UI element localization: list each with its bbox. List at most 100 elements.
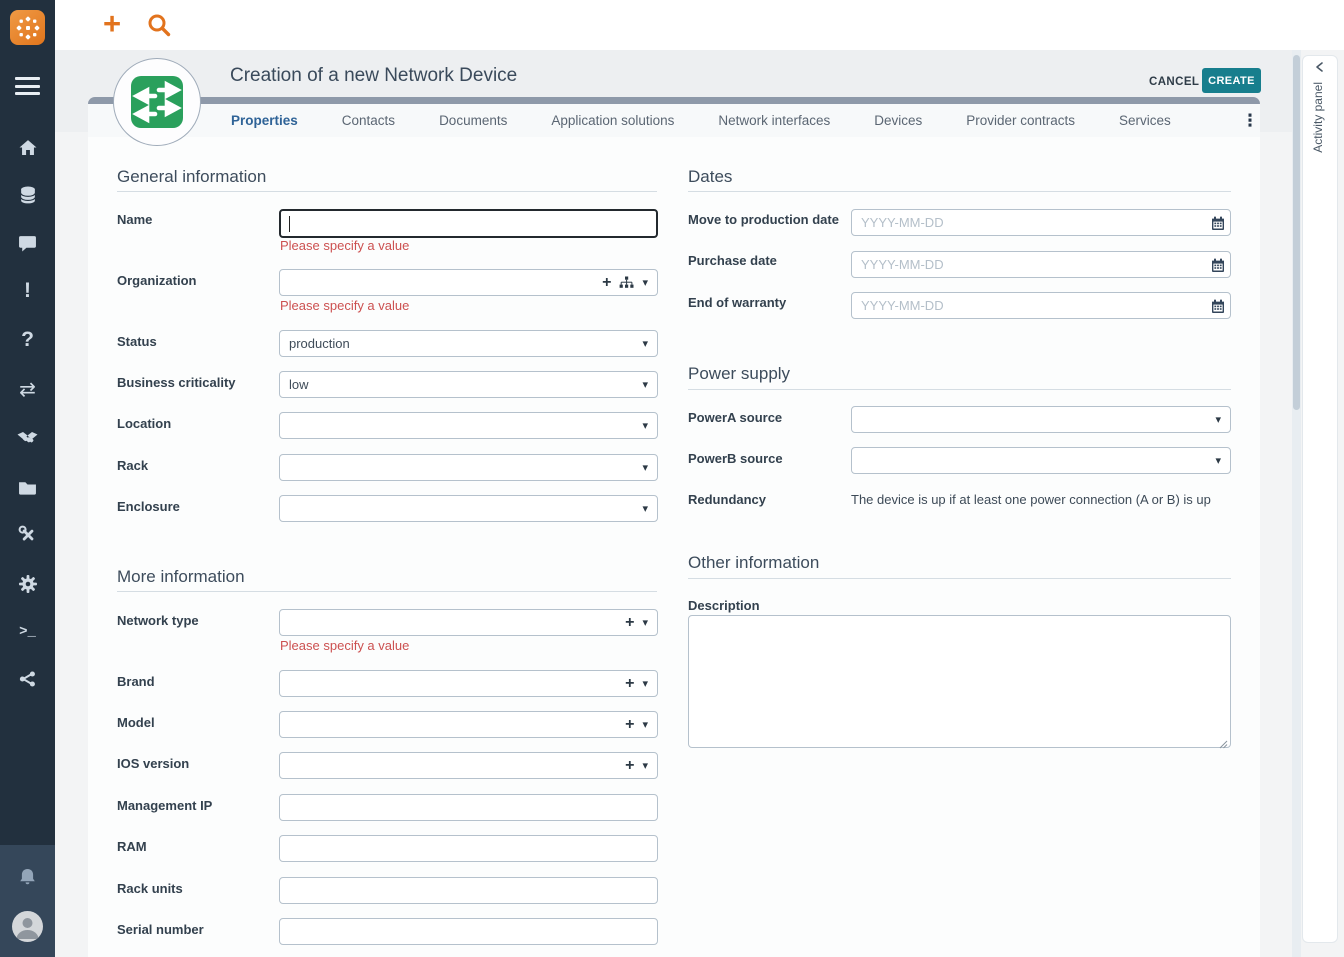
- transfer-glyph: ⇄: [19, 377, 36, 402]
- gear-icon[interactable]: [0, 568, 55, 600]
- sidebar: ! ? ⇄: [0, 0, 55, 957]
- ios-version-label: IOS version: [117, 756, 189, 771]
- ios-version-select[interactable]: + ▾: [279, 752, 658, 779]
- management-ip-label: Management IP: [117, 798, 212, 813]
- redundancy-label: Redundancy: [688, 492, 766, 507]
- power-b-select[interactable]: ▾: [851, 447, 1231, 474]
- status-select[interactable]: production ▾: [279, 330, 658, 357]
- purchase-date-input[interactable]: [851, 251, 1231, 278]
- activity-panel-collapsed[interactable]: Activity panel: [1302, 55, 1338, 943]
- rack-units-input[interactable]: [279, 877, 658, 904]
- activity-panel-label: Activity panel: [1311, 82, 1325, 153]
- serial-number-label: Serial number: [117, 922, 204, 937]
- home-icon[interactable]: [0, 131, 55, 163]
- handshake-icon[interactable]: [0, 422, 55, 454]
- tabs-overflow-menu-icon[interactable]: ⋮: [1240, 104, 1260, 137]
- divider: [688, 389, 1231, 390]
- chevron-left-icon[interactable]: [1314, 60, 1326, 78]
- cancel-button[interactable]: CANCEL: [1143, 72, 1205, 92]
- chevron-down-icon: ▾: [642, 718, 648, 731]
- chevron-down-icon: ▾: [642, 502, 648, 515]
- rack-label: Rack: [117, 458, 148, 473]
- organization-label: Organization: [117, 273, 196, 288]
- end-of-warranty-input[interactable]: [851, 292, 1231, 319]
- vertical-scrollbar-thumb[interactable]: [1293, 55, 1300, 410]
- network-type-select[interactable]: + ▾: [279, 609, 658, 636]
- page-title: Creation of a new Network Device: [230, 65, 517, 87]
- network-type-error: Please specify a value: [280, 638, 409, 653]
- chat-bubble-icon[interactable]: [0, 227, 55, 259]
- section-general-information: General information: [117, 167, 266, 187]
- enclosure-select[interactable]: ▾: [279, 495, 658, 522]
- management-ip-input[interactable]: [279, 794, 658, 821]
- global-search-icon[interactable]: [146, 12, 172, 38]
- ram-input[interactable]: [279, 835, 658, 862]
- app-logo-icon[interactable]: [10, 10, 45, 45]
- question-glyph: ?: [21, 328, 34, 352]
- network-type-add-icon[interactable]: +: [625, 615, 634, 631]
- tab-services[interactable]: Services: [1119, 113, 1171, 128]
- organization-hierarchy-icon[interactable]: [619, 276, 634, 289]
- tab-documents[interactable]: Documents: [439, 113, 507, 128]
- terminal-icon[interactable]: >_: [0, 616, 55, 648]
- chevron-down-icon: ▾: [642, 419, 648, 432]
- folder-icon[interactable]: [0, 471, 55, 503]
- exclamation-icon[interactable]: !: [0, 275, 55, 307]
- transfer-arrows-icon[interactable]: ⇄: [0, 373, 55, 405]
- tab-devices[interactable]: Devices: [874, 113, 922, 128]
- divider: [688, 191, 1231, 192]
- brand-label: Brand: [117, 674, 155, 689]
- database-icon[interactable]: [0, 179, 55, 211]
- share-icon[interactable]: [0, 663, 55, 695]
- new-object-plus-icon[interactable]: +: [97, 4, 127, 44]
- tools-icon[interactable]: [0, 519, 55, 551]
- business-criticality-label: Business criticality: [117, 375, 236, 390]
- panel-top-accent: [88, 97, 1260, 104]
- model-select[interactable]: + ▾: [279, 711, 658, 738]
- power-a-select[interactable]: ▾: [851, 406, 1231, 433]
- section-dates: Dates: [688, 167, 732, 187]
- move-to-production-label: Move to production date: [688, 212, 839, 227]
- tab-properties[interactable]: Properties: [231, 113, 298, 128]
- plus-glyph: +: [103, 6, 121, 42]
- tab-application-solutions[interactable]: Application solutions: [551, 113, 674, 128]
- ios-version-add-icon[interactable]: +: [625, 758, 634, 774]
- text-cursor: [289, 216, 290, 232]
- chevron-down-icon: ▾: [642, 276, 648, 289]
- network-device-icon: [131, 76, 183, 128]
- organization-select[interactable]: + ▾: [279, 269, 658, 296]
- organization-add-icon[interactable]: +: [602, 275, 611, 291]
- location-select[interactable]: ▾: [279, 412, 658, 439]
- divider: [117, 591, 657, 592]
- bell-icon[interactable]: [0, 861, 55, 893]
- menu-toggle-icon[interactable]: [15, 77, 40, 95]
- user-avatar-icon[interactable]: [12, 911, 43, 942]
- network-type-label: Network type: [117, 613, 199, 628]
- status-label: Status: [117, 334, 157, 349]
- object-class-medallion: [113, 58, 201, 146]
- divider: [688, 578, 1231, 579]
- enclosure-label: Enclosure: [117, 499, 180, 514]
- top-toolbar: +: [55, 0, 1344, 50]
- power-a-label: PowerA source: [688, 410, 782, 425]
- redundancy-text: The device is up if at least one power c…: [851, 492, 1211, 507]
- tab-contacts[interactable]: Contacts: [342, 113, 395, 128]
- tab-network-interfaces[interactable]: Network interfaces: [718, 113, 830, 128]
- rack-select[interactable]: ▾: [279, 454, 658, 481]
- itop-creation-page: ! ? ⇄: [0, 0, 1344, 957]
- brand-add-icon[interactable]: +: [625, 676, 634, 692]
- tab-provider-contracts[interactable]: Provider contracts: [966, 113, 1075, 128]
- name-input[interactable]: [279, 209, 658, 238]
- description-textarea[interactable]: [688, 615, 1231, 748]
- chevron-down-icon: ▾: [1215, 454, 1221, 467]
- name-label: Name: [117, 212, 152, 227]
- chevron-down-icon: ▾: [642, 677, 648, 690]
- location-label: Location: [117, 416, 171, 431]
- model-add-icon[interactable]: +: [625, 717, 634, 733]
- question-icon[interactable]: ?: [0, 324, 55, 356]
- move-to-production-date-input[interactable]: [851, 209, 1231, 236]
- create-button[interactable]: CREATE: [1202, 68, 1261, 93]
- brand-select[interactable]: + ▾: [279, 670, 658, 697]
- business-criticality-select[interactable]: low ▾: [279, 371, 658, 398]
- serial-number-input[interactable]: [279, 918, 658, 945]
